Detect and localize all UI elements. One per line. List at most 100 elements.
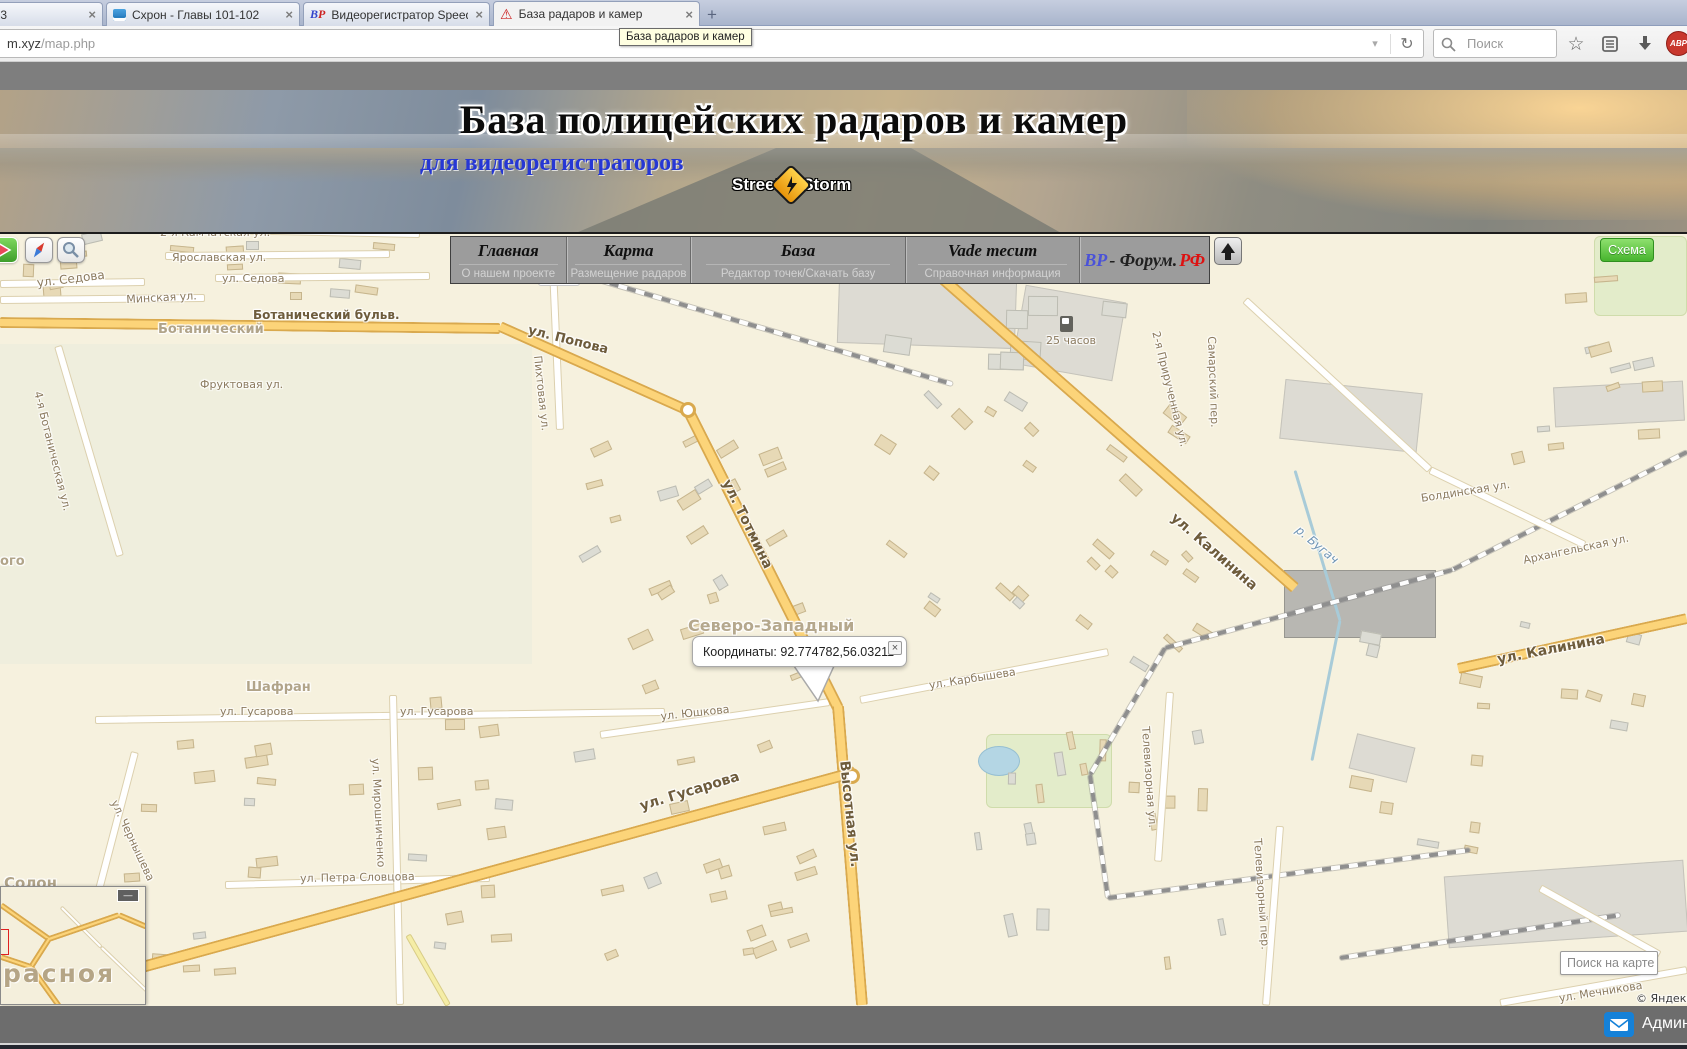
- map-building: [1006, 310, 1029, 330]
- mail-admin-button[interactable]: [1604, 1012, 1634, 1037]
- map-building: [1586, 690, 1604, 703]
- menu-item-home[interactable]: Главная О нашем проекте: [451, 237, 566, 283]
- map-building: [348, 784, 363, 795]
- map-building: [227, 264, 244, 271]
- map-label: ул. Гусарова: [400, 705, 473, 718]
- browser-tab[interactable]: Схрон - Главы 101-102 ×: [106, 2, 300, 26]
- adblock-icon[interactable]: ABP: [1666, 31, 1687, 56]
- map-building: [874, 434, 897, 455]
- bookmark-star-icon[interactable]: ☆: [1564, 32, 1588, 56]
- menu-sublabel: Размещение радаров: [567, 268, 691, 280]
- reload-icon[interactable]: ↻: [1391, 34, 1423, 54]
- tab-close-icon[interactable]: ×: [88, 8, 96, 21]
- map-building: [924, 601, 942, 618]
- scroll-top-button[interactable]: [1214, 237, 1242, 265]
- map-building: [194, 770, 216, 785]
- magnifier-button[interactable]: [57, 237, 85, 263]
- new-tab-button[interactable]: +: [707, 5, 717, 25]
- menu-sublabel: О нашем проекте: [451, 268, 566, 280]
- map-building: [685, 526, 708, 546]
- balloon-close-icon[interactable]: ×: [888, 641, 902, 655]
- map-building: [1520, 621, 1532, 630]
- tab-close-icon[interactable]: ×: [285, 8, 293, 21]
- map-building: [573, 748, 595, 762]
- map-building: [1637, 429, 1659, 440]
- balloon-tail: [788, 665, 838, 705]
- admin-contact-label[interactable]: Админ: [1642, 1015, 1687, 1033]
- scheme-layer-button[interactable]: Схема: [1600, 238, 1654, 262]
- map-building: [1036, 909, 1049, 931]
- map-building: [796, 849, 817, 865]
- map-building: [437, 799, 462, 810]
- map-building: [604, 948, 619, 960]
- minimap-road: [118, 912, 146, 930]
- browser-tab[interactable]: а 103 ×: [0, 2, 103, 26]
- route-tool-button[interactable]: [0, 237, 18, 263]
- minimap-city-label: расноя: [3, 959, 115, 988]
- map-building: [794, 866, 818, 881]
- browser-tab[interactable]: ВР Видеорегистратор SpeedCa... ×: [303, 2, 490, 26]
- forum-mid-text: - Форум.: [1109, 250, 1177, 271]
- map-label: Ботанический: [158, 322, 264, 337]
- menu-item-base[interactable]: База Редактор точек/Скачать базу: [690, 237, 904, 283]
- library-icon[interactable]: [1598, 32, 1622, 56]
- map-building: [1477, 702, 1490, 709]
- site-menu: Главная О нашем проекте Карта Размещение…: [450, 236, 1210, 284]
- book-icon: [113, 9, 126, 21]
- tab-tooltip: База радаров и камер: [619, 28, 752, 46]
- map-building: [609, 514, 621, 523]
- minimap-viewport-rect[interactable]: [0, 929, 9, 955]
- compass-button[interactable]: [25, 237, 53, 263]
- url-dropdown-icon[interactable]: ▾: [1360, 37, 1390, 50]
- map-building: [183, 964, 200, 972]
- map-building: [578, 546, 601, 564]
- map-building: [434, 941, 446, 950]
- map-building: [481, 884, 496, 897]
- map-building: [247, 866, 261, 878]
- browser-search-input[interactable]: Поиск: [1433, 29, 1557, 58]
- overview-minimap[interactable]: расноя: [0, 886, 146, 1005]
- tab-close-icon[interactable]: ×: [475, 8, 483, 21]
- map-search-input[interactable]: Поиск на карте: [1560, 951, 1658, 975]
- map-building: [883, 334, 912, 355]
- map-building: [1217, 918, 1227, 936]
- map-label: ул. Седова: [222, 272, 285, 285]
- menu-item-map[interactable]: Карта Размещение радаров: [566, 237, 691, 283]
- map-building: [408, 853, 428, 861]
- menu-label: База: [706, 241, 890, 265]
- warning-icon: ⚠: [500, 7, 513, 21]
- map-building: [1164, 957, 1172, 971]
- map-label: Северо-Западный: [688, 616, 854, 635]
- map-building: [643, 871, 662, 888]
- map-landuse-pond: [978, 746, 1020, 776]
- map-building: [586, 479, 605, 490]
- map-road: [1242, 297, 1432, 473]
- map-building: [355, 284, 379, 295]
- map-building: [445, 719, 465, 731]
- map-building: [712, 574, 728, 591]
- menu-item-forum-link[interactable]: ВР - Форум. РФ: [1079, 237, 1209, 283]
- browser-tab-active[interactable]: ⚠ База радаров и камер ×: [493, 1, 700, 26]
- map-building: [707, 591, 720, 604]
- map-building: [763, 822, 787, 836]
- screenshot-root: 2-я Камчатская ул.Ярославская ул.ул. Сед…: [0, 0, 1687, 1049]
- map-road: [389, 695, 404, 1005]
- map-canvas[interactable]: 2-я Камчатская ул.Ярославская ул.ул. Сед…: [0, 234, 1687, 1006]
- map-building: [1548, 442, 1565, 451]
- map-building: [1003, 392, 1027, 412]
- menu-item-vademecum[interactable]: Vade mecum Справочная информация: [905, 237, 1080, 283]
- map-building: [1023, 422, 1039, 438]
- download-icon[interactable]: [1633, 32, 1657, 56]
- map-building: [746, 925, 767, 943]
- map-building: [193, 932, 207, 940]
- minimap-collapse-button[interactable]: —: [117, 889, 139, 902]
- map-label: р. Бугач: [1293, 523, 1341, 567]
- map-building: [1003, 913, 1018, 937]
- map-building: [1610, 720, 1630, 732]
- map-building: [23, 264, 34, 277]
- map-building: [694, 478, 714, 495]
- forum-vr-text: ВР: [1084, 250, 1107, 271]
- map-building: [213, 967, 235, 976]
- map-building: [766, 530, 788, 547]
- tab-close-icon[interactable]: ×: [685, 8, 693, 21]
